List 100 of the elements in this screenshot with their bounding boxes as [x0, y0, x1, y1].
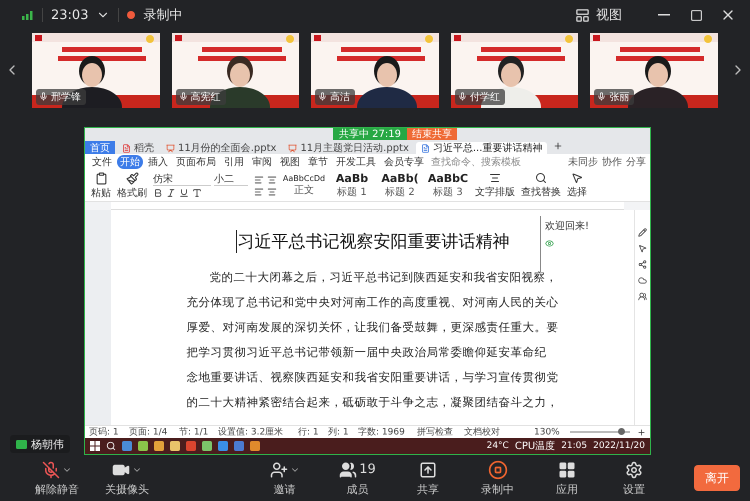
zoom-in-icon[interactable] — [637, 428, 646, 436]
font-size-select[interactable]: 小二 — [214, 174, 248, 186]
align-center-icon[interactable] — [267, 186, 277, 196]
toolbar-button[interactable]: 应用 — [540, 460, 594, 496]
participant-name: 高洁 — [330, 90, 350, 104]
document-tab[interactable]: 首页 — [85, 141, 115, 154]
format-painter-button[interactable]: 格式刷 — [117, 172, 147, 200]
participant-name: 张丽 — [609, 90, 630, 104]
speaker-name: 杨朝伟 — [31, 436, 64, 452]
ribbon-button[interactable]: 文字排版 — [475, 172, 515, 199]
align-center-icon[interactable] — [267, 174, 277, 184]
document-icon — [122, 144, 131, 152]
people-icon[interactable] — [638, 292, 647, 301]
search-icon[interactable] — [106, 441, 116, 451]
video-tile[interactable]: 高宪红 — [172, 32, 300, 108]
italic-icon[interactable] — [166, 188, 176, 198]
share-timer: 共享中 27:19 — [333, 128, 407, 140]
align-left-icon[interactable] — [254, 186, 264, 196]
clock-date: 2022/11/20 — [593, 441, 645, 451]
toolbar-button[interactable]: 共享 — [400, 460, 456, 496]
document-tab[interactable]: 11月主题党日活动.pptx — [283, 142, 414, 154]
maximize-icon — [690, 8, 702, 22]
panel-title: 欢迎回来! — [545, 220, 590, 233]
document-tab[interactable]: 习近平总...重要讲话精神 — [416, 142, 548, 154]
status-item: 页码: 1 — [89, 426, 119, 438]
pointer-icon — [571, 172, 583, 184]
speaker-indicator-icon — [16, 440, 27, 448]
style-preset[interactable]: AaBb 标题 1 — [331, 172, 373, 199]
meeting-time: 23:03 — [51, 8, 88, 22]
microphone-icon — [318, 92, 328, 101]
ribbon-button[interactable]: 查找替换 — [521, 172, 561, 199]
zoom-value: 130% — [534, 427, 560, 437]
clock-time: 21:05 — [561, 441, 588, 451]
font-select[interactable]: 仿宋 — [153, 174, 211, 186]
status-item: 页面: 1/4 — [128, 426, 168, 438]
status-item: 节: 1/1 — [178, 426, 208, 438]
recording-dot — [127, 11, 136, 19]
windows-logo-icon[interactable] — [90, 441, 100, 451]
view-button[interactable]: 视图 — [575, 3, 622, 27]
command-search-field[interactable]: 查找命令、搜索模板 — [429, 156, 523, 168]
add-person-icon — [270, 460, 288, 478]
menu-action[interactable]: 未同步 — [568, 155, 598, 169]
menu-tab[interactable]: 开始 — [117, 155, 143, 169]
menu-tab[interactable]: 开发工具 — [333, 155, 379, 169]
toolbar-button[interactable]: 19 成员 — [326, 460, 388, 496]
menu-tab[interactable]: 审阅 — [249, 155, 275, 169]
menu-action[interactable]: 协作 — [602, 155, 622, 169]
view-icon — [575, 8, 590, 22]
document-tab[interactable]: 稻壳 — [117, 142, 159, 154]
signal-icon — [22, 10, 34, 20]
video-tile[interactable]: 张丽 — [590, 32, 718, 108]
video-tile[interactable]: 邢学锋 — [32, 32, 160, 108]
toolbar-button[interactable]: 录制中 — [468, 460, 528, 496]
document-title: 习近平总书记视察安阳重要讲话精神 — [236, 230, 510, 253]
minimize-icon — [658, 14, 670, 16]
recording-status: 录制中 — [143, 7, 182, 24]
menu-tab[interactable]: 章节 — [305, 155, 331, 169]
toolbar-button[interactable]: 关摄像头 — [92, 460, 162, 496]
cloud-icon[interactable] — [638, 276, 647, 285]
toolbar-button[interactable]: 设置 — [606, 460, 662, 496]
pencil-icon[interactable] — [638, 228, 647, 237]
people-icon — [339, 460, 358, 478]
toolbar-button[interactable]: 邀请 — [254, 460, 314, 496]
slides-icon — [288, 144, 298, 152]
text-layout-icon — [489, 172, 501, 184]
style-preset[interactable]: AaBbCcDd 正文 — [283, 174, 325, 197]
align-left-icon[interactable] — [254, 174, 264, 184]
muted-microphone-icon — [42, 460, 60, 478]
temperature: 24°C — [486, 441, 509, 451]
menu-tab[interactable]: 页面布局 — [173, 155, 219, 169]
video-tile[interactable]: 高洁 — [311, 32, 439, 108]
temperature-label: CPU温度 — [514, 440, 556, 453]
pointer-icon[interactable] — [638, 244, 647, 253]
style-preset[interactable]: AaBbC 标题 3 — [427, 172, 469, 199]
zoom-thumb[interactable] — [618, 428, 625, 435]
menu-tab[interactable]: 引用 — [221, 155, 247, 169]
share-icon[interactable] — [638, 260, 647, 269]
font-color-icon[interactable] — [192, 188, 202, 198]
microphone-icon — [597, 92, 606, 101]
underline-icon[interactable] — [179, 188, 189, 198]
microphone-icon — [178, 92, 188, 101]
new-tab-icon[interactable] — [553, 141, 564, 151]
participant-name: 邢学锋 — [51, 90, 81, 104]
menu-tab[interactable]: 视图 — [277, 155, 303, 169]
toolbar-button[interactable]: 解除静音 — [22, 460, 92, 496]
paste-button[interactable]: 粘贴 — [91, 172, 111, 200]
document-tab[interactable]: 11月份的全面会.pptx — [161, 142, 282, 154]
menu-tab[interactable]: 会员专享 — [381, 155, 427, 169]
menu-tab[interactable]: 插入 — [145, 155, 171, 169]
document-icon — [420, 144, 430, 152]
search-icon — [535, 172, 547, 184]
status-item: 列: 1 — [328, 426, 348, 438]
video-tile[interactable]: 付学红 — [450, 32, 578, 108]
menu-action[interactable]: 分享 — [626, 155, 646, 169]
eye-icon — [545, 239, 554, 248]
ribbon-button[interactable]: 选择 — [567, 172, 587, 199]
bold-icon[interactable] — [153, 188, 163, 198]
record-icon — [488, 460, 508, 480]
menu-tab[interactable]: 文件 — [89, 155, 115, 169]
style-preset[interactable]: AaBb( 标题 2 — [379, 172, 421, 199]
